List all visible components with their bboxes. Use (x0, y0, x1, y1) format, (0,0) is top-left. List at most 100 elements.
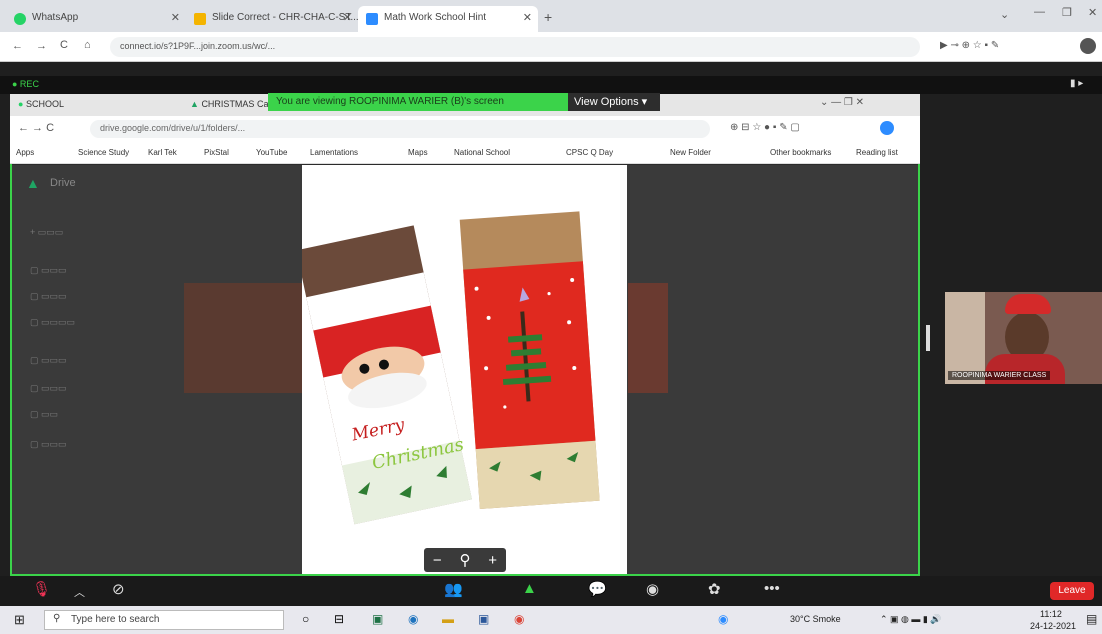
drive-nav-item[interactable]: ▢ ▭▭▭ (30, 439, 67, 450)
bookmark-item[interactable]: National School (454, 148, 510, 157)
share-screen-button[interactable]: ▲ (522, 580, 537, 597)
leave-button[interactable]: Leave (1050, 582, 1094, 600)
file-thumbnail-right[interactable] (628, 283, 668, 393)
task-view-icon[interactable]: ⊟ (334, 612, 344, 626)
slides-icon (194, 13, 206, 25)
image-zoom-controls: − ⚲ + (424, 548, 506, 572)
magnifier-icon[interactable]: ⚲ (459, 551, 470, 569)
search-icon: ⚲ (53, 613, 61, 624)
inner-address-bar: ← → C drive.google.com/drive/u/1/folders… (10, 116, 920, 142)
drive-nav-item[interactable]: ▢ ▭▭▭ (30, 355, 67, 366)
clock-date[interactable]: 24-12-2021 (1030, 621, 1076, 631)
notifications-icon[interactable]: ▤ (1086, 612, 1097, 626)
close-icon[interactable]: ✕ (523, 11, 532, 24)
taskbar-search-input[interactable]: ⚲ Type here to search (44, 610, 284, 630)
audio-options-chevron-icon[interactable]: ︿ (74, 584, 85, 600)
zoom-top-bar: ● REC ▮ ▸ (0, 76, 1102, 94)
window-controls[interactable]: ⌄ — ❐ ✕ (820, 97, 864, 108)
drive-nav-item[interactable]: ▢ ▭▭▭ (30, 291, 67, 302)
bookmark-item[interactable]: New Folder (670, 148, 711, 157)
zoom-taskbar-icon[interactable]: ◉ (718, 612, 728, 626)
maximize-button[interactable]: ❐ (1062, 6, 1072, 19)
edge-icon[interactable]: ◉ (408, 612, 418, 626)
bookmark-item[interactable]: Science Study (78, 148, 129, 157)
reactions-button[interactable]: ✿ (708, 580, 721, 598)
bookmark-item[interactable]: Lamentations (310, 148, 358, 157)
back-arrow-icon[interactable]: ← (12, 40, 23, 52)
panel-resize-handle[interactable] (926, 325, 930, 351)
view-options-button[interactable]: View Options ▾ (568, 93, 660, 111)
cortana-icon[interactable]: ○ (302, 612, 309, 626)
outer-address-bar: ← → C ⌂ connect.io/s?1P9F...join.zoom.us… (0, 32, 1102, 62)
new-tab-button[interactable]: + (544, 9, 552, 25)
whatsapp-icon: ● (18, 99, 24, 109)
chat-button[interactable]: 💬 (588, 580, 607, 598)
bookmark-item[interactable]: Other bookmarks (770, 148, 831, 157)
minimize-button[interactable]: — (1034, 6, 1045, 18)
zoom-toolbar: 🎙 ︿ ⊘ 👥 ▲ 💬 ◉ ✿ ••• Leave (0, 576, 1102, 606)
windows-start-icon[interactable]: ⊞ (14, 612, 25, 628)
reload-icon[interactable]: C (60, 39, 68, 51)
zoom-in-button[interactable]: + (488, 552, 497, 569)
profile-avatar[interactable] (1080, 38, 1096, 54)
system-tray-icons[interactable]: ⌃ ▣ ◍ ▬ ▮ 🔊 (880, 614, 942, 625)
excel-icon[interactable]: ▣ (372, 612, 383, 626)
close-icon[interactable]: ✕ (343, 11, 352, 24)
christmas-cards-photo: Merry Christmas (296, 211, 600, 525)
chrome-icon[interactable]: ◉ (514, 612, 524, 626)
close-window-button[interactable]: ✕ (1088, 6, 1097, 19)
inner-nav-icons[interactable]: ← → C (18, 122, 54, 134)
drive-nav-item[interactable]: ▢ ▭▭▭ (30, 265, 67, 276)
bookmark-item[interactable]: PixStal (204, 148, 229, 157)
drive-nav-item[interactable]: ▢ ▭▭ (30, 409, 58, 420)
bookmark-item[interactable]: Maps (408, 148, 428, 157)
drive-logo-icon: ▲ (26, 175, 40, 191)
weather-label[interactable]: 30°C Smoke (790, 614, 841, 624)
url-field[interactable]: connect.io/s?1P9F...join.zoom.us/wc/... (110, 37, 920, 57)
participant-name-label: ROOPINIMA WARIER CLASS (948, 371, 1051, 380)
file-thumbnail-left[interactable] (184, 283, 302, 393)
bookmark-item[interactable]: Reading list (856, 148, 898, 157)
bookmark-item[interactable]: YouTube (256, 148, 287, 157)
screen-share-banner: You are viewing ROOPINIMA WARIER (B)'s s… (268, 93, 568, 111)
drive-nav-item[interactable]: ▢ ▭▭▭▭ (30, 317, 75, 328)
participant-video[interactable]: ROOPINIMA WARIER CLASS (945, 292, 1102, 384)
bookmark-item[interactable]: Karl Tek (148, 148, 177, 157)
outer-tab-active[interactable]: Math Work School Hint ✕ (358, 6, 538, 32)
inner-tab-label: SCHOOL (25, 99, 64, 109)
stop-video-button[interactable]: ⊘ (112, 580, 125, 598)
chevron-down-icon[interactable]: ⌄ (1000, 8, 1009, 21)
drive-icon: ▲ (190, 99, 199, 109)
recording-indicator: ● REC (12, 79, 39, 89)
windows-taskbar: ⊞ ⚲ Type here to search ○ ⊟ ▣ ◉ ▬ ▣ ◉ ◉ … (0, 606, 1102, 634)
drive-nav-item[interactable]: ▢ ▭▭▭ (30, 383, 67, 394)
zoom-out-button[interactable]: − (433, 552, 442, 569)
outer-tab-slides[interactable]: Slide Correct - CHR-CHA-C-ST... ✕ (186, 6, 358, 32)
inner-url-field[interactable]: drive.google.com/drive/u/1/folders/... (90, 120, 710, 138)
home-icon[interactable]: ⌂ (84, 39, 91, 51)
mute-button[interactable]: 🎙 (32, 580, 51, 598)
outer-tab-label: WhatsApp (32, 12, 79, 23)
clock-time[interactable]: 11:12 (1040, 609, 1062, 619)
inner-extension-icons[interactable]: ⊕ ⊟ ☆ ● ▪ ✎ ▢ (730, 122, 800, 133)
record-button[interactable]: ◉ (646, 580, 659, 598)
forward-arrow-icon[interactable]: → (36, 40, 47, 52)
outer-tab-bar: WhatsApp ✕ Slide Correct - CHR-CHA-C-ST.… (0, 0, 1102, 32)
outer-tab-whatsapp[interactable]: WhatsApp ✕ (6, 6, 186, 32)
file-explorer-icon[interactable]: ▬ (442, 612, 454, 626)
bookmark-item[interactable]: Apps (16, 148, 34, 157)
tree-card (459, 211, 600, 509)
drive-nav-item[interactable]: + ▭▭▭ (30, 227, 63, 238)
whatsapp-icon (14, 13, 26, 25)
view-menu-icon[interactable]: ▮ ▸ (1070, 78, 1083, 89)
inner-tab-school[interactable]: ● SCHOOL (18, 99, 64, 109)
participants-button[interactable]: 👥 (444, 580, 463, 598)
inner-profile-avatar[interactable] (880, 121, 894, 135)
image-viewer: Merry Christmas (296, 165, 627, 574)
word-icon[interactable]: ▣ (478, 612, 489, 626)
more-button[interactable]: ••• (764, 580, 780, 597)
outer-tab-label: Slide Correct - CHR-CHA-C-ST... (212, 12, 358, 23)
close-icon[interactable]: ✕ (171, 11, 180, 24)
extensions-icon[interactable]: ▶ ⊸ ⊕ ☆ ▪ ✎ (940, 40, 999, 51)
bookmark-item[interactable]: CPSC Q Day (566, 148, 613, 157)
